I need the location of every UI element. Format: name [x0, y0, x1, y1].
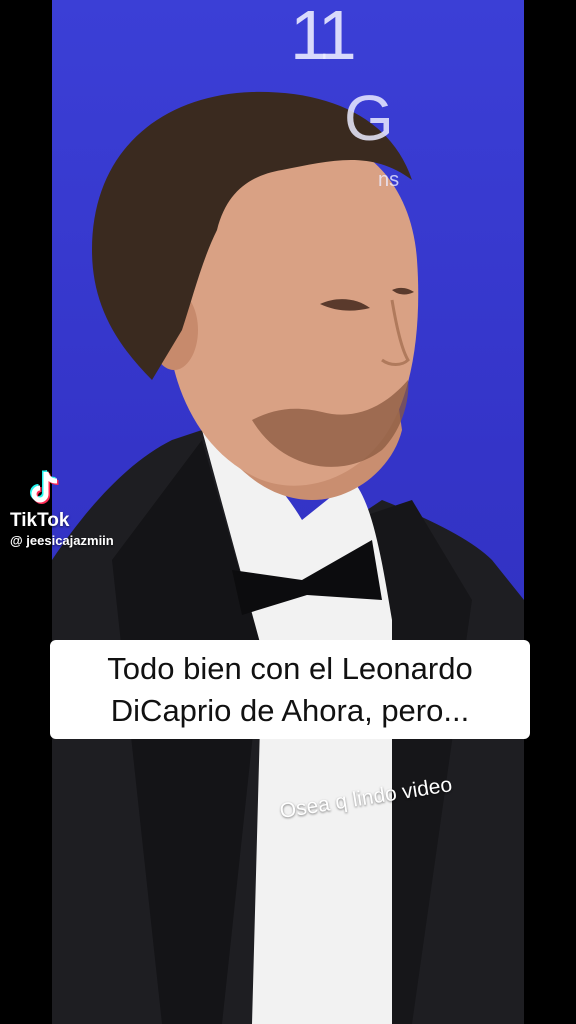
caption-box: Todo bien con el Leonardo DiCaprio de Ah… [50, 640, 530, 739]
backdrop-logo-letter: G [344, 82, 394, 154]
backdrop-logo: 11 [290, 0, 357, 74]
tiktok-app-name: TikTok [10, 510, 70, 531]
photo-scene [52, 91, 524, 1024]
tiktok-logo-icon [30, 469, 59, 504]
video-frame[interactable]: 11 G ns [52, 0, 524, 1024]
tiktok-handle[interactable]: @ jeesicajazmiin [10, 533, 114, 548]
tiktok-watermark: TikTok @ jeesicajazmiin [10, 468, 114, 548]
caption-text: Todo bien con el Leonardo DiCaprio de Ah… [107, 650, 473, 728]
backdrop-logo-text: ns [378, 169, 400, 191]
